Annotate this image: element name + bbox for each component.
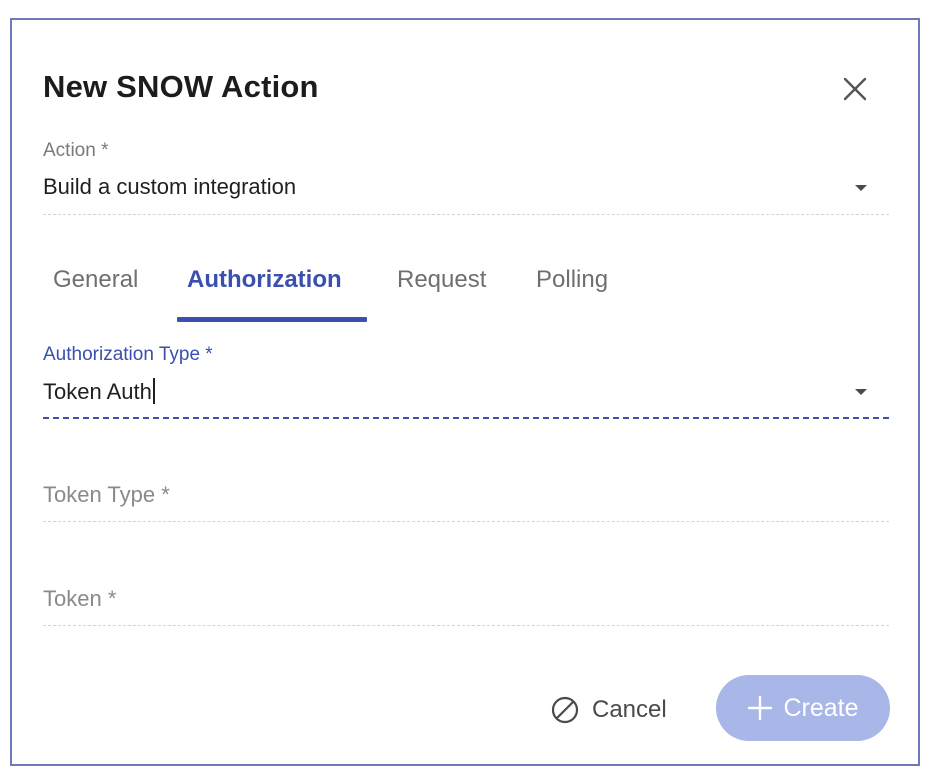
- plus-icon: [748, 695, 773, 721]
- close-icon: [843, 77, 867, 101]
- new-snow-action-dialog: New SNOW Action Action * Build a custom …: [10, 18, 920, 766]
- authorization-type-value-wrap: Token Auth: [43, 378, 155, 405]
- text-cursor: [152, 378, 155, 404]
- authorization-type-value: Token Auth: [43, 379, 152, 404]
- action-label: Action *: [43, 140, 109, 161]
- create-button-label: Create: [783, 693, 859, 722]
- authorization-type-select[interactable]: Authorization Type * Token Auth: [43, 342, 889, 422]
- token-type-placeholder: Token Type *: [43, 482, 170, 507]
- token-type-underline: [43, 521, 889, 522]
- authorization-type-dropdown-icon[interactable]: [855, 389, 867, 395]
- token-type-field[interactable]: Token Type *: [43, 480, 889, 526]
- tab-authorization[interactable]: Authorization: [187, 266, 342, 294]
- action-value: Build a custom integration: [43, 174, 297, 199]
- authorization-type-underline: [43, 417, 889, 419]
- cancel-circle-slash-icon: [551, 696, 579, 724]
- token-field[interactable]: Token *: [43, 584, 889, 630]
- tab-polling[interactable]: Polling: [536, 266, 608, 294]
- tab-request[interactable]: Request: [397, 266, 486, 294]
- action-underline: [43, 214, 889, 215]
- token-underline: [43, 625, 889, 626]
- close-button[interactable]: [840, 74, 870, 104]
- cancel-button-label: Cancel: [592, 696, 667, 723]
- create-button[interactable]: Create: [716, 675, 890, 741]
- token-placeholder: Token *: [43, 586, 117, 611]
- tab-general[interactable]: General: [53, 266, 138, 294]
- active-tab-indicator: [177, 317, 367, 322]
- action-select[interactable]: Action * Build a custom integration: [43, 138, 889, 218]
- dialog-title: New SNOW Action: [43, 69, 319, 104]
- authorization-type-label: Authorization Type *: [43, 344, 213, 365]
- tab-bar: General Authorization Request Polling: [43, 266, 889, 326]
- action-dropdown-icon[interactable]: [855, 185, 867, 191]
- cancel-button[interactable]: Cancel: [550, 690, 667, 730]
